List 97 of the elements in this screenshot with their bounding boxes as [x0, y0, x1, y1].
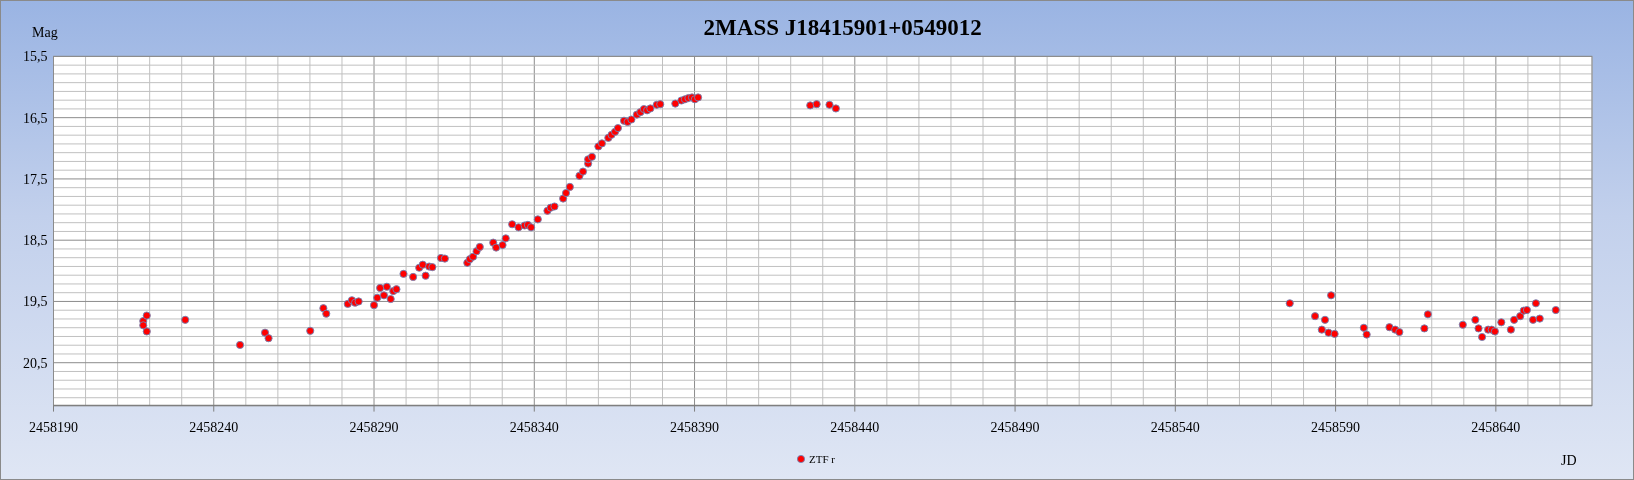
data-point	[550, 202, 559, 211]
data-point	[1317, 325, 1326, 334]
data-point	[498, 241, 507, 250]
x-tick-label: 2458290	[349, 419, 399, 435]
data-point	[142, 327, 151, 336]
x-tick-label: 2458190	[29, 419, 78, 435]
data-point	[825, 100, 834, 109]
data-point	[492, 243, 501, 252]
data-point	[694, 93, 703, 102]
data-point	[527, 223, 536, 232]
data-point	[376, 283, 385, 293]
data-point	[1528, 315, 1538, 324]
data-point	[1522, 306, 1531, 315]
data-point	[1423, 310, 1432, 319]
data-point	[264, 334, 273, 343]
data-point	[1330, 329, 1339, 338]
data-point	[1471, 315, 1480, 324]
data-point	[409, 272, 418, 281]
data-point	[306, 326, 315, 335]
x-tick-label: 2458640	[1471, 419, 1521, 435]
data-point	[369, 301, 379, 310]
data-point	[671, 99, 680, 108]
data-point	[578, 167, 588, 176]
data-point	[561, 188, 571, 198]
data-point	[565, 182, 574, 191]
data-point	[382, 282, 391, 291]
x-tick-label: 2458240	[189, 419, 239, 435]
data-point	[181, 315, 190, 324]
x-axis-label: JD	[1561, 453, 1577, 468]
y-tick-label: 17,5	[23, 171, 48, 187]
data-point	[421, 271, 430, 280]
data-point	[1478, 332, 1487, 342]
data-point	[386, 294, 395, 304]
data-point	[1324, 328, 1333, 337]
y-axis-label: Mag	[32, 25, 58, 40]
data-point	[1535, 314, 1544, 323]
x-tick-label: 2458390	[670, 419, 720, 435]
data-point	[1490, 327, 1499, 336]
data-point	[1458, 320, 1467, 329]
y-tick-label: 16,5	[23, 110, 48, 126]
data-point	[627, 115, 636, 124]
data-point	[440, 254, 449, 263]
chart-title: 2MASS J18415901+0549012	[703, 15, 982, 40]
x-tick-label: 2458440	[830, 419, 880, 435]
data-point	[428, 263, 437, 272]
data-point	[1362, 330, 1371, 339]
data-point	[1327, 291, 1336, 300]
data-point	[597, 139, 606, 148]
x-tick-label: 2458590	[1311, 419, 1361, 435]
x-tick-label: 2458490	[990, 419, 1040, 435]
data-point	[1474, 324, 1483, 333]
data-point	[1551, 306, 1560, 315]
data-point	[508, 220, 517, 229]
data-point	[1385, 323, 1394, 332]
data-point	[1420, 324, 1429, 333]
data-point	[812, 100, 821, 109]
data-point	[501, 234, 510, 243]
data-point	[1516, 312, 1525, 321]
data-point	[319, 304, 328, 313]
data-point	[373, 293, 382, 302]
data-point	[1285, 299, 1294, 308]
data-point	[469, 252, 478, 261]
data-point	[1510, 315, 1519, 324]
data-point	[1531, 299, 1540, 308]
y-tick-label: 18,5	[23, 233, 48, 249]
data-point	[399, 269, 408, 278]
y-tick-label: 20,5	[23, 355, 48, 371]
data-point	[514, 223, 523, 232]
data-point	[1311, 312, 1320, 321]
data-point	[831, 104, 840, 113]
data-point	[392, 285, 401, 294]
data-point	[806, 101, 815, 110]
y-tick-label: 15,5	[23, 49, 48, 65]
data-point	[236, 340, 245, 349]
data-point	[1497, 318, 1506, 327]
data-point	[646, 104, 655, 113]
y-tick-label: 19,5	[23, 294, 48, 310]
data-point	[1395, 328, 1404, 337]
data-point	[1506, 325, 1515, 334]
data-point	[354, 297, 363, 306]
data-point	[613, 124, 622, 133]
data-point	[322, 309, 331, 318]
x-tick-label: 2458540	[1150, 419, 1200, 435]
data-point	[1359, 323, 1368, 332]
data-point	[656, 100, 665, 109]
data-point	[379, 291, 388, 300]
data-point	[475, 242, 484, 251]
data-point	[1320, 315, 1330, 324]
data-point	[261, 328, 270, 337]
data-point	[533, 215, 542, 224]
data-point	[587, 152, 597, 161]
data-point	[142, 311, 151, 320]
x-tick-label: 2458340	[509, 419, 559, 435]
data-point	[418, 260, 427, 269]
data-point	[559, 194, 568, 203]
legend-label: ZTF r	[809, 453, 835, 465]
data-point	[139, 321, 148, 330]
